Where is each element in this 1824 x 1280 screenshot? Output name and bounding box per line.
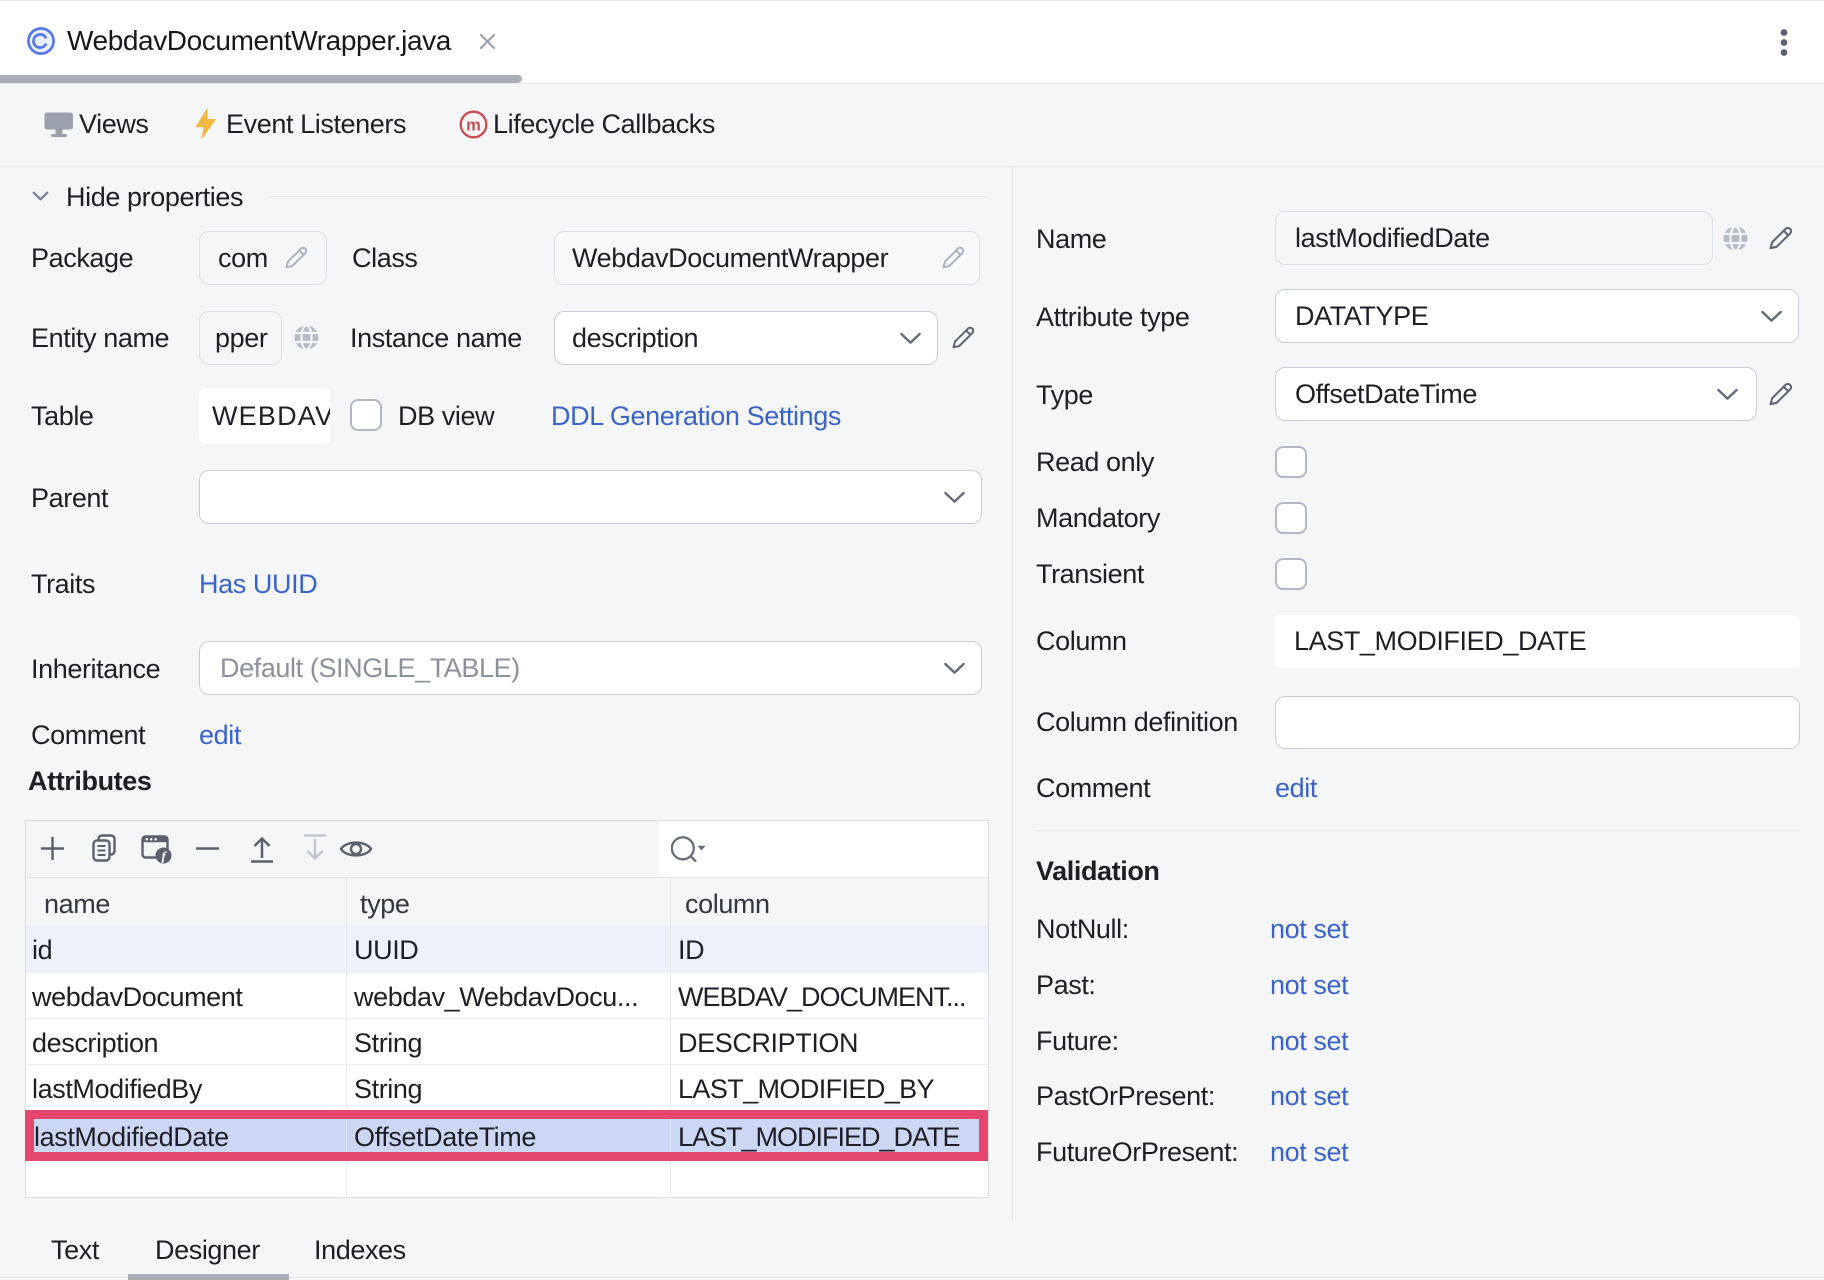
svg-text:m: m: [466, 117, 481, 135]
